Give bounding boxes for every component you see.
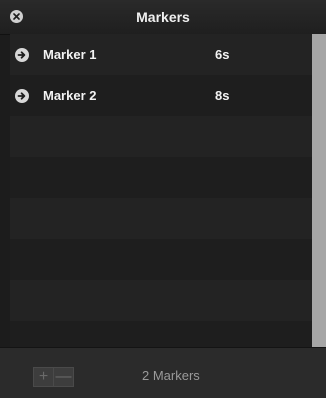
- list-item[interactable]: Marker 1 6s: [10, 34, 312, 75]
- add-marker-button[interactable]: +: [33, 367, 54, 387]
- arrow-right-icon[interactable]: [15, 48, 29, 62]
- footer-bar: + — 2 Markers: [0, 347, 326, 398]
- marker-time: 6s: [215, 47, 230, 62]
- empty-row: [10, 280, 312, 321]
- marker-count: 2 Markers: [142, 368, 200, 383]
- title-bar: Markers: [0, 0, 326, 35]
- arrow-right-icon[interactable]: [15, 89, 29, 103]
- marker-name: Marker 1: [43, 47, 97, 62]
- empty-row: [10, 157, 312, 198]
- list-item[interactable]: Marker 2 8s: [10, 75, 312, 116]
- marker-list: Marker 1 6s Marker 2 8s: [10, 34, 312, 347]
- scrollbar[interactable]: [312, 34, 326, 347]
- marker-name: Marker 2: [43, 88, 97, 103]
- markers-panel: Markers Marker 1 6s Marker 2 8s + — 2 Ma…: [0, 0, 326, 398]
- empty-row: [10, 198, 312, 239]
- marker-time: 8s: [215, 88, 230, 103]
- empty-row: [10, 116, 312, 157]
- empty-row: [10, 321, 312, 347]
- empty-row: [10, 239, 312, 280]
- window-title: Markers: [136, 9, 190, 25]
- remove-marker-button[interactable]: —: [53, 367, 74, 387]
